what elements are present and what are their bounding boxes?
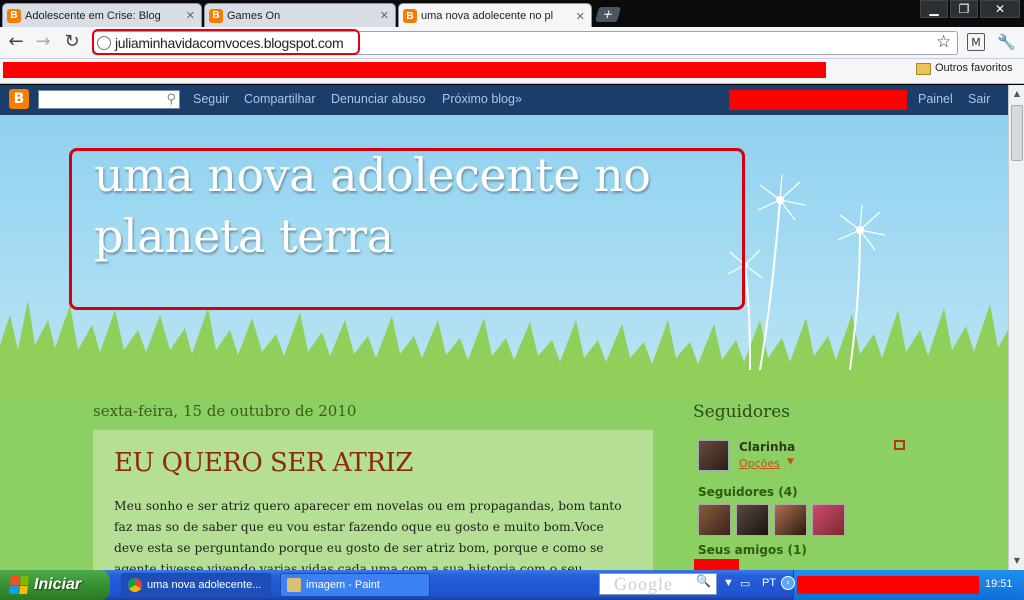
search-icon[interactable]: ⚲	[166, 92, 176, 107]
redacted-bookmarks	[3, 62, 826, 78]
tab-adolescente-em-crise[interactable]: B Adolescente em Crise: Blog ✕	[2, 3, 202, 27]
blog-title[interactable]: uma nova adolecente no planeta terra	[94, 145, 744, 267]
friends-count: Seus amigos (1)	[698, 543, 807, 557]
back-arrow-icon[interactable]: ←	[5, 31, 27, 53]
new-tab-button[interactable]: +	[594, 7, 622, 22]
follower-avatar[interactable]	[736, 504, 769, 536]
taskbar-chrome-label: uma nova adolecente...	[147, 579, 262, 591]
followers-count: Seguidores (4)	[698, 485, 798, 499]
taskbar-chrome[interactable]: uma nova adolecente...	[121, 573, 271, 597]
post: EU QUERO SER ATRIZ Meu sonho e ser atriz…	[93, 430, 653, 597]
popout-icon[interactable]	[894, 440, 905, 450]
blogger-favicon-icon: B	[209, 8, 223, 23]
start-button[interactable]: Iniciar	[0, 570, 110, 600]
tab-label: Games On	[227, 9, 281, 22]
followers-title: Seguidores	[693, 402, 791, 422]
options-link[interactable]: Opções	[739, 457, 780, 470]
reload-icon[interactable]: ↻	[61, 31, 83, 53]
blogger-logo-icon[interactable]: B	[9, 89, 29, 109]
other-bookmarks[interactable]: Outros favoritos	[935, 62, 1013, 74]
blog-content: sexta-feira, 15 de outubro de 2010 EU QU…	[0, 400, 1008, 597]
bookmark-star-icon[interactable]: ☆	[936, 32, 951, 52]
sign-out-link[interactable]: Sair	[968, 92, 990, 106]
follower-avatar[interactable]	[774, 504, 807, 536]
search-icon[interactable]: 🔍	[696, 574, 711, 588]
scroll-thumb[interactable]	[1011, 105, 1023, 161]
redacted-tray	[797, 576, 979, 594]
tab-close-icon[interactable]: ✕	[186, 9, 195, 22]
wrench-icon[interactable]: 🔧	[997, 33, 1016, 51]
tab-label: uma nova adolecente no pl	[421, 10, 554, 22]
desktop-icon[interactable]: ▭	[740, 577, 750, 590]
tab-label: Adolescente em Crise: Blog	[25, 9, 161, 22]
tab-games-on[interactable]: B Games On ✕	[204, 3, 396, 27]
scroll-up-icon[interactable]: ▲	[1011, 87, 1023, 101]
extension-icon[interactable]: M	[967, 33, 985, 51]
report-abuse-link[interactable]: Denunciar abuso	[331, 92, 426, 106]
follower-avatar[interactable]	[812, 504, 845, 536]
dashboard-link[interactable]: Painel	[918, 92, 953, 106]
post-date: sexta-feira, 15 de outubro de 2010	[93, 402, 357, 420]
follower-avatar[interactable]	[698, 504, 731, 536]
forward-arrow-icon[interactable]: →	[32, 31, 54, 53]
blog-header: uma nova adolecente no planeta terra	[0, 115, 1008, 400]
google-watermark: Google	[614, 574, 673, 594]
tab-close-icon[interactable]: ✕	[380, 9, 389, 22]
member-name[interactable]: Clarinha	[739, 440, 795, 454]
close-window-icon[interactable]: ✕	[980, 0, 1020, 18]
taskbar-paint-label: imagem - Paint	[306, 579, 380, 591]
paint-icon	[287, 578, 301, 592]
url-highlight-box	[92, 29, 360, 55]
minimize-icon[interactable]: ▁	[920, 0, 948, 18]
blog-title-line-2: planeta terra	[94, 209, 394, 263]
post-title[interactable]: EU QUERO SER ATRIZ	[114, 448, 413, 478]
dropdown-arrow-icon[interactable]: ▼	[723, 577, 734, 589]
chevron-down-icon[interactable]: ▼	[787, 457, 794, 467]
chrome-icon	[128, 578, 142, 592]
start-label: Iniciar	[34, 576, 82, 593]
blogger-favicon-icon: B	[403, 9, 417, 23]
browser-toolbar: ← → ↻ juliaminhavidacomvoces.blogspot.co…	[0, 27, 1024, 59]
blog-title-line-1: uma nova adolecente no	[94, 148, 651, 202]
taskbar-paint[interactable]: imagem - Paint	[280, 573, 430, 597]
folder-icon	[916, 63, 931, 75]
followers-widget: Seguidores Clarinha Opções ▼ Seguidores …	[693, 400, 923, 571]
scroll-down-icon[interactable]: ▼	[1011, 554, 1023, 568]
windows-flag-icon	[9, 576, 29, 594]
blogger-favicon-icon: B	[7, 8, 21, 23]
avatar[interactable]	[698, 440, 729, 471]
share-link[interactable]: Compartilhar	[244, 92, 316, 106]
blog-search-input[interactable]: ⚲	[38, 90, 180, 109]
follow-link[interactable]: Seguir	[193, 92, 229, 106]
redacted-user-email	[729, 90, 907, 110]
window-controls: ▁ ❐ ✕	[918, 0, 1020, 18]
restore-icon[interactable]: ❐	[950, 0, 978, 18]
tab-close-icon[interactable]: ✕	[576, 10, 585, 23]
blogger-navbar: B ⚲ Seguir Compartilhar Denunciar abuso …	[0, 85, 1008, 115]
bookmarks-bar: Outros favoritos	[0, 59, 1024, 84]
dandelion-icon	[727, 174, 886, 370]
tab-uma-nova-adolecente[interactable]: B uma nova adolecente no pl ✕	[398, 3, 592, 28]
page-scrollbar[interactable]: ▲ ▼	[1008, 85, 1024, 570]
browser-tab-strip: B Adolescente em Crise: Blog ✕ B Games O…	[0, 0, 1024, 28]
clock: 19:51	[985, 578, 1013, 590]
tray-expand-icon[interactable]: ‹	[781, 576, 795, 590]
next-blog-link[interactable]: Próximo blog»	[442, 92, 522, 106]
language-indicator[interactable]: PT	[762, 577, 776, 589]
